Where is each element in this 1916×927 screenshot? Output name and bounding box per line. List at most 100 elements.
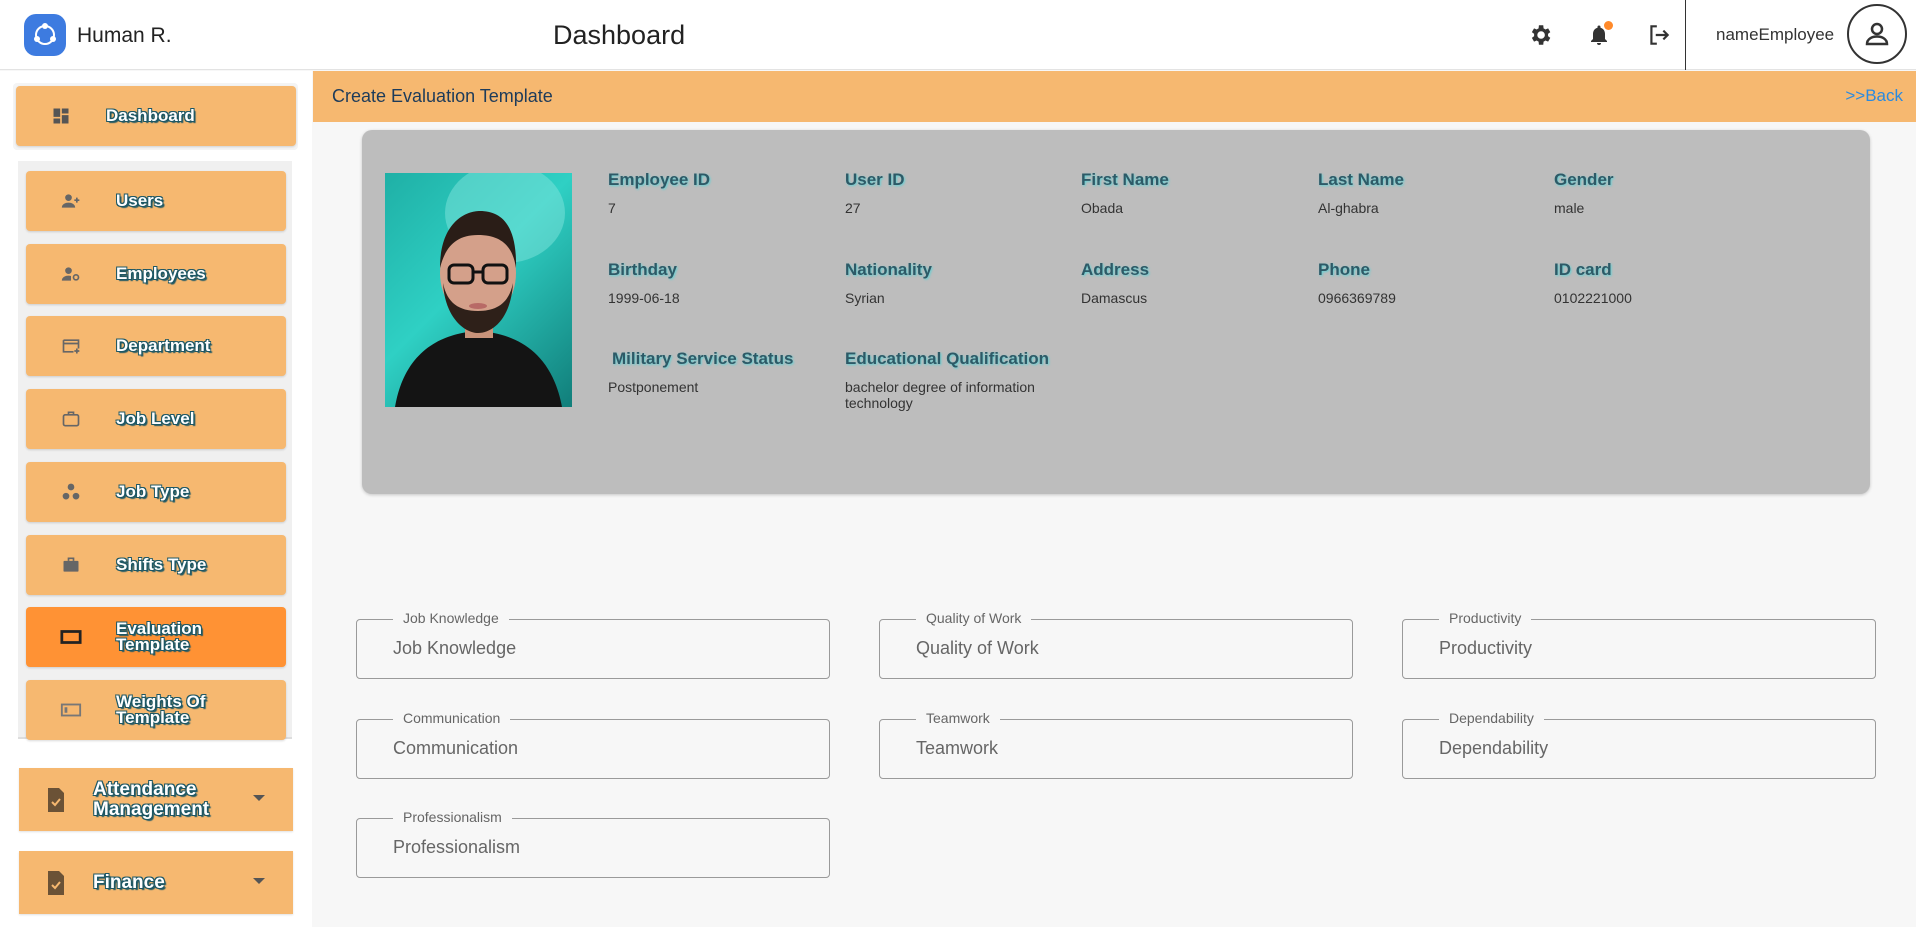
dependability-input[interactable]	[1439, 738, 1839, 759]
sidebar-group-label: Finance	[93, 871, 165, 893]
dashboard-icon	[16, 106, 106, 126]
field-value: Postponement	[608, 379, 699, 395]
field-value: 0966369789	[1318, 290, 1396, 306]
logout-icon[interactable]	[1643, 19, 1675, 51]
field-value: bachelor degree of information technolog…	[845, 379, 1035, 411]
field-label: Gender	[1554, 170, 1614, 189]
communication-input[interactable]	[393, 738, 793, 759]
employee-profile-card: Employee ID 7 User ID 27 First Name Obad…	[362, 130, 1870, 494]
sidebar-group-finance[interactable]: Finance	[19, 851, 293, 914]
sidebar-item-label: Job Type	[116, 482, 190, 501]
clipboard-check-icon	[19, 786, 93, 814]
field-label: Birthday	[608, 260, 677, 279]
sidebar-group-attendance-management[interactable]: Attendance Management	[19, 768, 293, 831]
field-id-card: ID card 0102221000	[1554, 260, 1774, 306]
back-link[interactable]: >>Back	[1845, 86, 1903, 106]
field-legend: Teamwork	[916, 710, 1000, 726]
briefcase-icon	[26, 555, 116, 575]
teamwork-input[interactable]	[916, 738, 1316, 759]
field-value: Obada	[1081, 200, 1124, 216]
sidebar-item-label: Job Level	[116, 409, 195, 428]
username[interactable]: nameEmployee	[1716, 25, 1834, 45]
field-value: Syrian	[845, 290, 885, 306]
teamwork-field: Teamwork	[879, 710, 1353, 779]
top-bar: Human R. Dashboard nameEmployee	[0, 0, 1916, 70]
share-nodes-icon[interactable]	[24, 14, 66, 56]
field-gender: Gender male	[1554, 170, 1774, 216]
field-legend: Productivity	[1439, 610, 1532, 626]
sidebar-item-users[interactable]: Users	[26, 171, 286, 231]
field-value: 1999-06-18	[608, 290, 680, 306]
field-label: First Name	[1081, 170, 1169, 189]
frame-icon	[26, 702, 116, 718]
field-label: Nationality	[845, 260, 932, 279]
briefcase-outline-icon	[26, 409, 116, 429]
sidebar-item-job-level[interactable]: Job Level	[26, 389, 286, 449]
bubble-chart-icon	[26, 482, 116, 502]
dependability-field: Dependability	[1402, 710, 1876, 779]
field-employee-id: Employee ID 7	[608, 170, 828, 216]
sidebar-item-weights-of-template[interactable]: Weights Of Template	[26, 680, 286, 740]
sidebar-item-label: Weights Of Template	[116, 692, 206, 727]
quality-of-work-field: Quality of Work	[879, 610, 1353, 679]
field-birthday: Birthday 1999-06-18	[608, 260, 828, 306]
field-value: 27	[845, 200, 861, 216]
field-label: ID card	[1554, 260, 1612, 279]
field-address: Address Damascus	[1081, 260, 1301, 306]
quality-of-work-input[interactable]	[916, 638, 1316, 659]
field-legend: Dependability	[1439, 710, 1544, 726]
field-value: Al-ghabra	[1318, 200, 1379, 216]
field-label: User ID	[845, 170, 905, 189]
field-value: 7	[608, 200, 616, 216]
sidebar-item-shifts-type[interactable]: Shifts Type	[26, 535, 286, 595]
user-separator	[1685, 0, 1686, 70]
sidebar-item-label: Dashboard	[106, 106, 195, 125]
person-add-icon	[26, 191, 116, 211]
frame-icon	[26, 629, 116, 645]
field-label: Educational Qualification	[845, 349, 1050, 368]
sidebar: Dashboard Users Employees Department Job…	[0, 71, 312, 927]
sidebar-item-employees[interactable]: Employees	[26, 244, 286, 304]
job-knowledge-field: Job Knowledge	[356, 610, 830, 679]
sidebar-item-label: Shifts Type	[116, 555, 207, 574]
sidebar-item-dashboard[interactable]: Dashboard	[16, 86, 296, 146]
field-label: Phone	[1318, 260, 1370, 279]
professionalism-field: Professionalism	[356, 809, 830, 878]
person-icon[interactable]	[1847, 4, 1907, 64]
field-label: Last Name	[1318, 170, 1404, 189]
section-header: Create Evaluation Template >>Back	[313, 71, 1916, 122]
sidebar-item-department[interactable]: Department	[26, 316, 286, 376]
sidebar-item-evaluation-template[interactable]: Evaluation Template	[26, 607, 286, 667]
field-phone: Phone 0966369789	[1318, 260, 1538, 306]
person-gear-icon	[26, 264, 116, 284]
sidebar-item-label: Evaluation Template	[116, 619, 202, 654]
app-name: Human R.	[77, 24, 172, 47]
sidebar-item-label: Employees	[116, 264, 206, 283]
employee-photo	[385, 173, 572, 407]
bell-icon[interactable]	[1583, 19, 1615, 51]
sidebar-group-label: Attendance Management	[93, 778, 210, 820]
field-label: Address	[1081, 260, 1150, 279]
field-user-id: User ID 27	[845, 170, 1065, 216]
field-value: 0102221000	[1554, 290, 1632, 306]
chevron-down-icon	[253, 795, 265, 801]
field-educational-qualification: Educational Qualification bachelor degre…	[845, 349, 1065, 411]
field-legend: Communication	[393, 710, 511, 726]
professionalism-input[interactable]	[393, 837, 793, 858]
chevron-down-icon	[253, 878, 265, 884]
gear-icon[interactable]	[1524, 19, 1556, 51]
job-knowledge-input[interactable]	[393, 638, 793, 659]
communication-field: Communication	[356, 710, 830, 779]
field-label: Employee ID	[608, 170, 711, 189]
productivity-input[interactable]	[1439, 638, 1839, 659]
notification-dot	[1604, 21, 1613, 30]
sidebar-item-label: Department	[116, 336, 211, 355]
field-legend: Professionalism	[393, 809, 512, 825]
card-add-icon	[26, 336, 116, 356]
field-first-name: First Name Obada	[1081, 170, 1301, 216]
field-military-service-status: Military Service Status Postponement	[608, 349, 832, 395]
field-label: Military Service Status	[612, 349, 794, 368]
field-nationality: Nationality Syrian	[845, 260, 1065, 306]
field-last-name: Last Name Al-ghabra	[1318, 170, 1538, 216]
sidebar-item-job-type[interactable]: Job Type	[26, 462, 286, 522]
